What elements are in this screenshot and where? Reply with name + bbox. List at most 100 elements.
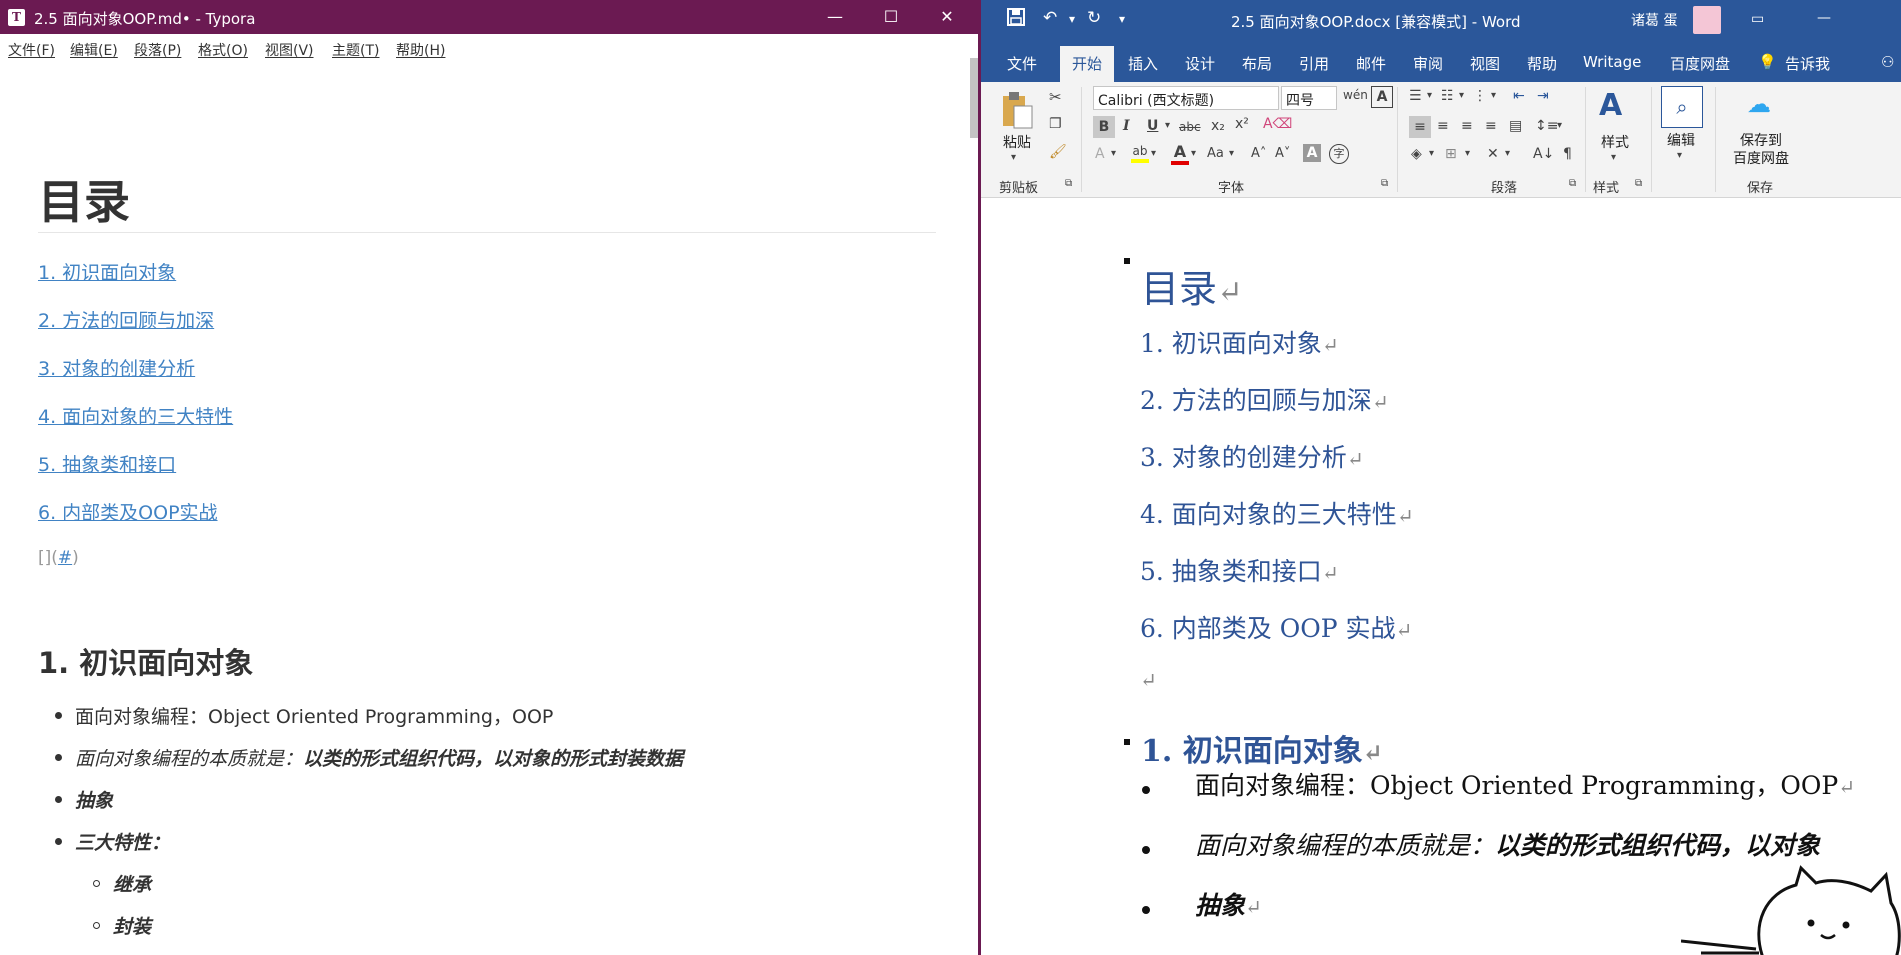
styles-button[interactable]: 样式 bbox=[1593, 132, 1637, 152]
bullets-icon[interactable]: ☰ bbox=[1409, 88, 1422, 104]
menu-edit[interactable]: 编辑(E) bbox=[70, 40, 118, 60]
italic-icon[interactable]: I bbox=[1123, 118, 1130, 134]
text-effects-icon[interactable]: A bbox=[1095, 146, 1105, 162]
sort-icon[interactable]: A↓ bbox=[1533, 146, 1554, 162]
paste-button[interactable]: 粘贴 bbox=[997, 132, 1037, 152]
editing-dropdown-icon[interactable]: ▾ bbox=[1677, 150, 1682, 161]
tab-mailings[interactable]: 邮件 bbox=[1356, 53, 1386, 74]
anchor-hash-link[interactable]: # bbox=[58, 548, 72, 568]
word-title-bar[interactable]: ↶ ▾ ↻ ▾ 2.5 面向对象OOP.docx [兼容模式] - Word 诸… bbox=[981, 0, 1901, 40]
strikethrough-icon[interactable]: abc bbox=[1179, 120, 1201, 134]
phonetic-guide-icon[interactable]: wén bbox=[1343, 88, 1368, 102]
underline-dropdown-icon[interactable]: ▾ bbox=[1165, 120, 1170, 131]
save-to-label[interactable]: 保存到 bbox=[1723, 130, 1799, 150]
cloud-icon[interactable]: ☁ bbox=[1747, 90, 1771, 118]
numbering-icon[interactable]: ☷ bbox=[1441, 88, 1454, 104]
bold-icon[interactable]: B bbox=[1093, 116, 1115, 138]
borders-icon[interactable]: ⊞ bbox=[1445, 146, 1457, 162]
paragraph-launcher-icon[interactable]: ⧉ bbox=[1569, 178, 1576, 189]
styles-dropdown-icon[interactable]: ▾ bbox=[1611, 152, 1616, 163]
minimize-button[interactable]: — bbox=[806, 0, 864, 34]
menu-paragraph[interactable]: 段落(P) bbox=[134, 40, 181, 60]
borders-dropdown-icon[interactable]: ▾ bbox=[1465, 148, 1470, 159]
chinese-layout-dropdown-icon[interactable]: ▾ bbox=[1505, 148, 1510, 159]
decrease-indent-icon[interactable]: ⇤ bbox=[1513, 88, 1525, 104]
copy-icon[interactable]: ❐ bbox=[1049, 116, 1062, 132]
increase-indent-icon[interactable]: ⇥ bbox=[1537, 88, 1549, 104]
character-shading-icon[interactable]: A bbox=[1303, 144, 1321, 162]
word-document-page[interactable]: 目录↵ 1. 初识面向对象↵ 2. 方法的回顾与加深↵ 3. 对象的创建分析↵ … bbox=[981, 198, 1901, 955]
bullets-dropdown-icon[interactable]: ▾ bbox=[1427, 90, 1432, 101]
underline-icon[interactable]: U bbox=[1147, 118, 1158, 134]
avatar[interactable] bbox=[1693, 6, 1721, 34]
tab-home[interactable]: 开始 bbox=[1060, 46, 1115, 82]
maximize-button[interactable]: ☐ bbox=[862, 0, 920, 34]
subscript-icon[interactable]: x₂ bbox=[1211, 118, 1225, 134]
highlight-icon[interactable]: ab bbox=[1131, 144, 1149, 163]
styles-icon[interactable]: A bbox=[1599, 88, 1622, 123]
justify-icon[interactable]: ≡ bbox=[1485, 118, 1497, 134]
word-toc-2[interactable]: 2. 方法的回顾与加深↵ bbox=[1140, 381, 1389, 417]
ribbon-display-icon[interactable]: ▭ bbox=[1751, 11, 1764, 27]
toc-link-2[interactable]: 2. 方法的回顾与加深 bbox=[38, 306, 214, 333]
word-toc-5[interactable]: 5. 抽象类和接口↵ bbox=[1140, 552, 1339, 588]
multilevel-list-icon[interactable]: ⋮ bbox=[1473, 88, 1487, 104]
close-button[interactable]: ✕ bbox=[918, 0, 976, 34]
tab-insert[interactable]: 插入 bbox=[1128, 53, 1158, 74]
word-toc-3[interactable]: 3. 对象的创建分析↵ bbox=[1140, 438, 1364, 474]
menu-file[interactable]: 文件(F) bbox=[8, 40, 55, 60]
tab-file[interactable]: 文件 bbox=[1007, 53, 1037, 74]
clear-formatting-icon[interactable]: A⌫ bbox=[1263, 116, 1292, 132]
align-right-icon[interactable]: ≡ bbox=[1461, 118, 1473, 134]
tab-design[interactable]: 设计 bbox=[1185, 53, 1215, 74]
menu-help[interactable]: 帮助(H) bbox=[396, 40, 445, 60]
toc-link-4[interactable]: 4. 面向对象的三大特性 bbox=[38, 402, 233, 429]
multilevel-dropdown-icon[interactable]: ▾ bbox=[1491, 90, 1496, 101]
baidu-netdisk-label[interactable]: 百度网盘 bbox=[1723, 148, 1799, 168]
lightbulb-icon[interactable]: 💡 bbox=[1758, 53, 1777, 71]
user-name[interactable]: 诸葛 蛋 bbox=[1631, 10, 1677, 30]
typora-title-bar[interactable]: T 2.5 面向对象OOP.md• - Typora — ☐ ✕ bbox=[0, 0, 980, 34]
paste-dropdown-icon[interactable]: ▾ bbox=[1011, 152, 1016, 163]
font-size-select[interactable]: 四号 bbox=[1281, 86, 1337, 110]
clipboard-launcher-icon[interactable]: ⧉ bbox=[1065, 178, 1072, 189]
character-border-icon[interactable]: A bbox=[1371, 86, 1393, 108]
undo-icon[interactable]: ↶ bbox=[1043, 8, 1057, 28]
find-icon[interactable]: ⌕ bbox=[1661, 86, 1703, 128]
word-toc-1[interactable]: 1. 初识面向对象↵ bbox=[1140, 324, 1339, 360]
show-marks-icon[interactable]: ¶ bbox=[1563, 146, 1572, 162]
tab-review[interactable]: 审阅 bbox=[1413, 53, 1443, 74]
align-center-icon[interactable]: ≡ bbox=[1437, 118, 1449, 134]
tab-view[interactable]: 视图 bbox=[1470, 53, 1500, 74]
toc-link-6[interactable]: 6. 内部类及OOP实战 bbox=[38, 498, 218, 525]
line-spacing-icon[interactable]: ↕≡ bbox=[1535, 118, 1558, 134]
enclose-characters-icon[interactable]: 字 bbox=[1329, 144, 1349, 164]
toc-link-5[interactable]: 5. 抽象类和接口 bbox=[38, 450, 176, 477]
menu-view[interactable]: 视图(V) bbox=[265, 40, 314, 60]
redo-icon[interactable]: ↻ bbox=[1087, 8, 1101, 28]
shrink-font-icon[interactable]: A˅ bbox=[1275, 146, 1290, 161]
word-toc-6[interactable]: 6. 内部类及 OOP 实战↵ bbox=[1140, 609, 1412, 645]
menu-theme[interactable]: 主题(T) bbox=[332, 40, 379, 60]
tab-tell-me[interactable]: 告诉我 bbox=[1785, 53, 1830, 74]
paste-icon[interactable] bbox=[999, 90, 1035, 130]
font-launcher-icon[interactable]: ⧉ bbox=[1381, 178, 1388, 189]
word-toc-4[interactable]: 4. 面向对象的三大特性↵ bbox=[1140, 495, 1414, 531]
minimize-button[interactable]: — bbox=[1817, 10, 1831, 26]
format-painter-icon[interactable]: 🖌 bbox=[1049, 144, 1067, 160]
cut-icon[interactable]: ✂ bbox=[1049, 88, 1062, 106]
font-color-dropdown-icon[interactable]: ▾ bbox=[1191, 148, 1196, 159]
toc-link-3[interactable]: 3. 对象的创建分析 bbox=[38, 354, 195, 381]
distributed-icon[interactable]: ▤ bbox=[1509, 118, 1522, 134]
line-spacing-dropdown-icon[interactable]: ▾ bbox=[1557, 120, 1562, 131]
editing-button[interactable]: 编辑 bbox=[1659, 130, 1703, 150]
tab-baidu-netdisk[interactable]: 百度网盘 bbox=[1670, 53, 1730, 74]
superscript-icon[interactable]: x² bbox=[1235, 116, 1249, 132]
undo-dropdown-icon[interactable]: ▾ bbox=[1069, 12, 1075, 26]
numbering-dropdown-icon[interactable]: ▾ bbox=[1459, 90, 1464, 101]
font-color-icon[interactable]: A bbox=[1171, 142, 1189, 165]
toc-link-1[interactable]: 1. 初识面向对象 bbox=[38, 258, 176, 285]
save-icon[interactable] bbox=[1007, 8, 1025, 31]
tab-help[interactable]: 帮助 bbox=[1527, 53, 1557, 74]
share-icon[interactable]: ⚇ bbox=[1881, 53, 1894, 71]
